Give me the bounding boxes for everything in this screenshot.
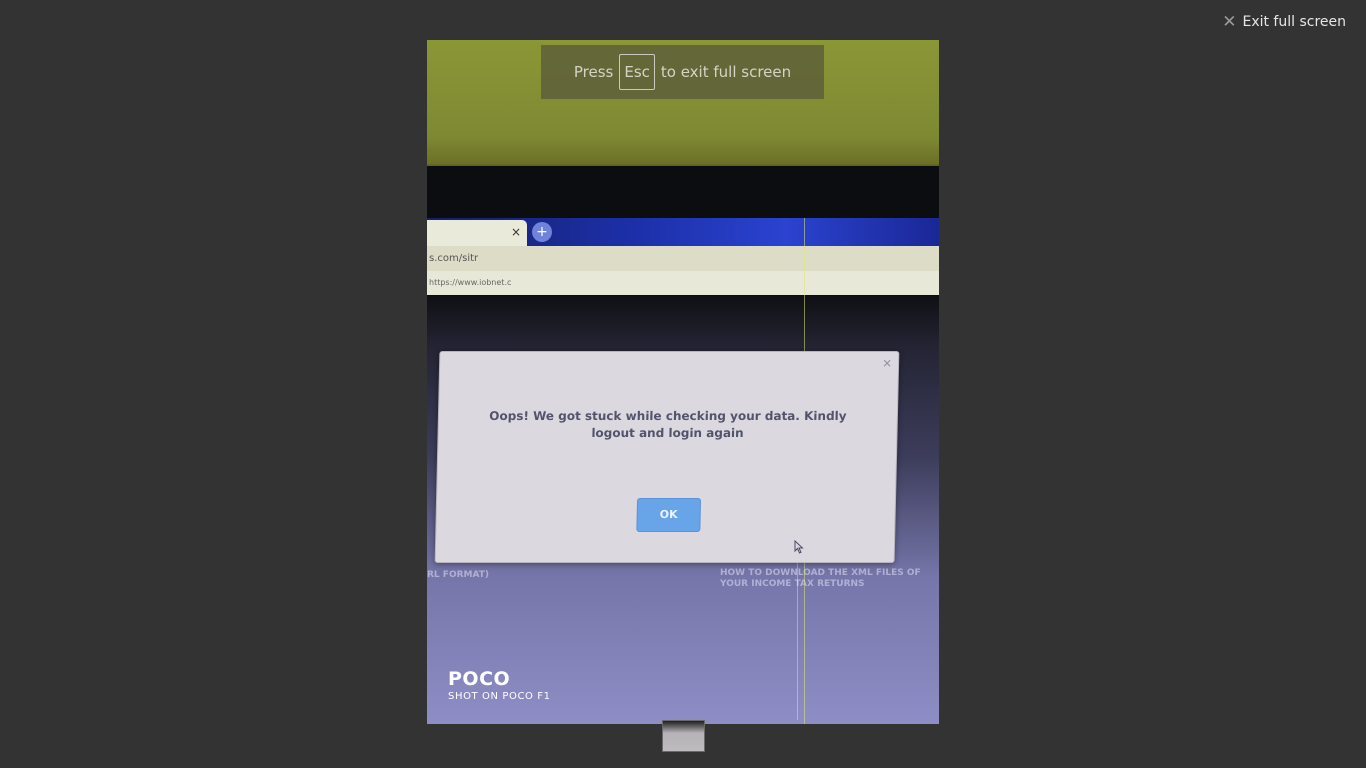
close-icon: ✕ [1222, 11, 1237, 32]
browser-tab-bar: × + [427, 218, 939, 246]
watermark-brand: POCO [448, 668, 511, 690]
screen-glare-line [797, 560, 798, 720]
photo-image: × + s.com/sitr https://www.iobnet.c RL F… [427, 40, 939, 724]
monitor-bezel [427, 166, 939, 220]
exit-fullscreen-label: Exit full screen [1242, 14, 1346, 30]
address-bar: s.com/sitr [427, 246, 939, 271]
notice-press: Press [573, 63, 614, 81]
dialog-close-icon: × [881, 356, 893, 370]
error-dialog: × Oops! We got stuck while checking your… [434, 351, 900, 563]
browser-tab: × [427, 220, 527, 246]
exit-fullscreen-button[interactable]: ✕ Exit full screen [1222, 12, 1346, 32]
bookmark-bar: https://www.iobnet.c [427, 271, 939, 295]
fullscreen-notice: Press Esc to exit full screen [541, 45, 824, 99]
notice-rest: to exit full screen [660, 63, 792, 81]
esc-key: Esc [619, 54, 655, 90]
tab-close-icon: × [510, 225, 521, 239]
watermark-shot-on: SHOT ON POCO F1 [448, 691, 551, 702]
page-heading-left: RL FORMAT) [427, 570, 490, 580]
camera-watermark: POCO SHOT ON POCO F1 [448, 668, 551, 704]
mouse-cursor-icon [794, 540, 804, 554]
new-tab-icon: + [532, 222, 552, 242]
page-heading-right: HOW TO DOWNLOAD THE XML FILES OF YOUR IN… [720, 568, 921, 589]
ok-button: OK [636, 498, 702, 532]
dialog-message: Oops! We got stuck while checking your d… [489, 409, 847, 440]
photo-thumbnail[interactable] [662, 720, 705, 752]
